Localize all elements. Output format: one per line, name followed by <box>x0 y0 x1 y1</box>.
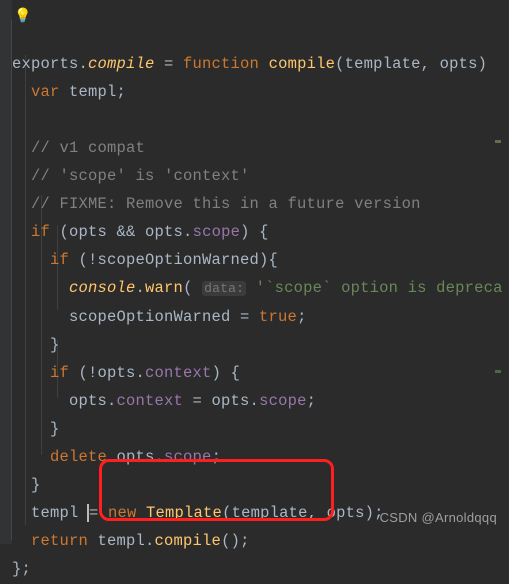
param-hint: data: <box>202 281 246 296</box>
code-line: }; <box>12 560 31 578</box>
code-line: opts.context = opts.scope; <box>12 392 316 410</box>
code-line: } <box>12 420 60 438</box>
warning-mark-icon[interactable] <box>495 140 501 143</box>
code-editor-content[interactable]: exports.compile = function compile(templ… <box>12 22 503 583</box>
code-line: exports.compile = function compile(templ… <box>12 55 487 73</box>
code-line: scopeOptionWarned = true; <box>12 308 307 326</box>
info-mark-icon[interactable] <box>495 370 501 373</box>
code-line: templ = new Template(template, opts); <box>12 504 384 522</box>
code-line: if (opts && opts.scope) { <box>12 223 269 241</box>
code-line: console.warn( data: '`scope` option is d… <box>12 279 503 297</box>
intention-bulb-icon[interactable]: 💡 <box>14 3 31 31</box>
code-line: delete opts.scope; <box>12 448 221 466</box>
code-line: } <box>12 476 41 494</box>
code-line: return templ.compile(); <box>12 532 250 550</box>
error-stripe[interactable] <box>499 0 501 544</box>
code-line: // 'scope' is 'context' <box>12 167 250 185</box>
code-line: if (!opts.context) { <box>12 364 240 382</box>
code-line: var templ; <box>12 83 126 101</box>
code-line: if (!scopeOptionWarned){ <box>12 251 278 269</box>
code-line: // v1 compat <box>12 139 145 157</box>
code-line: // FIXME: Remove this in a future versio… <box>12 195 421 213</box>
watermark-text: CSDN @Arnoldqqq <box>380 504 497 532</box>
code-line: } <box>12 336 60 354</box>
